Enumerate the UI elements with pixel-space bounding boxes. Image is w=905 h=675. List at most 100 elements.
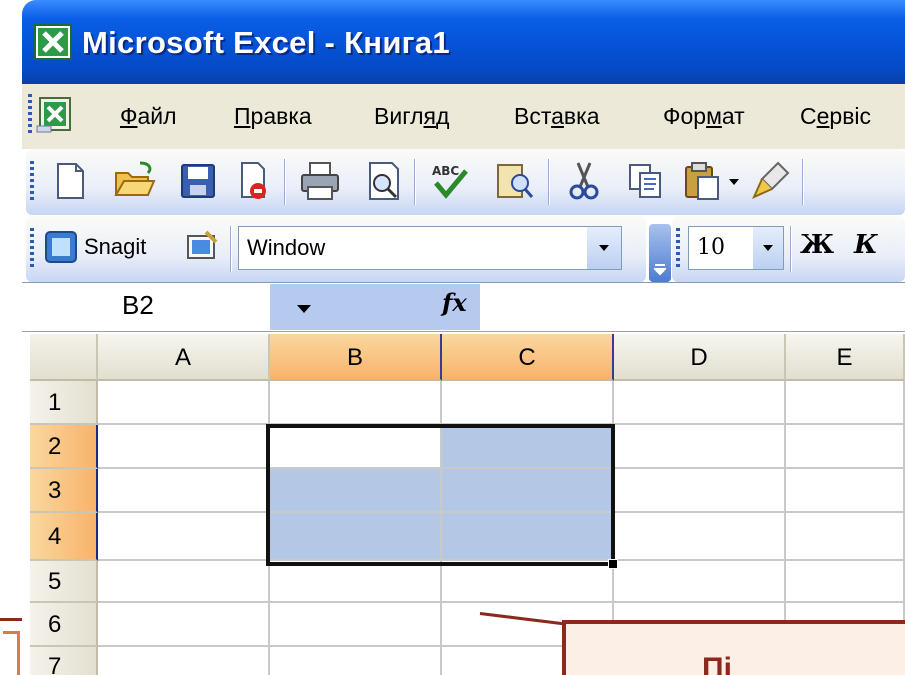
cell-b7[interactable]	[270, 647, 442, 675]
menu-grip[interactable]	[28, 94, 32, 136]
toolbar-separator	[284, 159, 286, 205]
menu-tools[interactable]: Сервіс	[800, 103, 871, 130]
svg-text:ABC: ABC	[432, 164, 459, 178]
toolbar-options-button[interactable]	[649, 224, 671, 282]
snagit-toolbar: Snagit Window	[26, 216, 646, 282]
spelling-icon[interactable]: ABC	[428, 159, 472, 203]
print-icon[interactable]	[298, 159, 342, 203]
toolbar-separator	[230, 226, 232, 272]
research-icon[interactable]	[492, 159, 536, 203]
callout-box	[562, 620, 905, 675]
callout-text: Пі	[702, 652, 732, 675]
column-header-e[interactable]: E	[786, 334, 905, 381]
column-header-c[interactable]: C	[442, 334, 614, 381]
snagit-label[interactable]: Snagit	[84, 234, 146, 260]
menu-edit[interactable]: Правка	[234, 103, 312, 130]
cell-d2[interactable]	[614, 425, 786, 469]
formatting-toolbar: 10 Ж К	[672, 216, 905, 282]
cell-b5[interactable]	[270, 561, 442, 603]
cell-a2[interactable]	[98, 425, 270, 469]
save-icon[interactable]	[176, 159, 220, 203]
cell-b6[interactable]	[270, 603, 442, 647]
row-header-3[interactable]: 3	[30, 469, 98, 513]
toolbar-grip[interactable]	[676, 228, 680, 270]
capture-mode-dropdown[interactable]	[587, 227, 621, 269]
chevron-down-icon	[763, 245, 773, 251]
row-header-6[interactable]: 6	[30, 603, 98, 647]
selection-border	[266, 424, 615, 566]
cut-icon[interactable]	[562, 159, 606, 203]
capture-mode-value: Window	[247, 235, 326, 260]
row-header-7[interactable]: 7	[30, 647, 98, 675]
italic-button[interactable]: К	[854, 230, 878, 260]
cell-d5[interactable]	[614, 561, 786, 603]
row-header-2[interactable]: 2	[30, 425, 98, 469]
permission-icon[interactable]	[232, 159, 276, 203]
chevron-down-icon	[297, 305, 311, 313]
toolbar-grip[interactable]	[30, 161, 34, 203]
format-painter-icon[interactable]	[748, 159, 792, 203]
excel-window: Microsoft Excel - Книга1 Файл Правка Виг…	[22, 0, 905, 675]
presentation-slide: Microsoft Excel - Книга1 Файл Правка Виг…	[0, 0, 905, 675]
cell-b1[interactable]	[270, 381, 442, 425]
cell-a5[interactable]	[98, 561, 270, 603]
toolbar-separator	[548, 159, 550, 205]
font-size-value: 10	[697, 235, 725, 260]
window-title: Microsoft Excel - Книга1	[82, 25, 450, 60]
insert-function-icon[interactable]: fx	[442, 288, 467, 317]
slide-decoration	[0, 618, 22, 675]
cell-e2[interactable]	[786, 425, 905, 469]
cell-e3[interactable]	[786, 469, 905, 513]
cell-c1[interactable]	[442, 381, 614, 425]
standard-toolbar: ABC	[26, 149, 905, 215]
cell-a1[interactable]	[98, 381, 270, 425]
toolbar-separator	[790, 226, 792, 272]
fill-handle[interactable]	[608, 559, 618, 569]
name-box-value: B2	[122, 290, 154, 320]
workbook-icon[interactable]	[36, 96, 76, 134]
paste-icon[interactable]	[680, 159, 724, 203]
slide-left-margin	[0, 0, 22, 675]
bold-button[interactable]: Ж	[800, 230, 834, 260]
cell-e4[interactable]	[786, 513, 905, 561]
cell-d1[interactable]	[614, 381, 786, 425]
menu-file[interactable]: Файл	[120, 103, 177, 130]
toolbar-grip[interactable]	[30, 228, 34, 270]
menu-insert[interactable]: Вставка	[514, 103, 600, 130]
snagit-icon[interactable]	[44, 230, 78, 264]
toolbar-overflow-icon	[654, 264, 666, 276]
formula-input[interactable]	[480, 284, 905, 330]
print-preview-icon[interactable]	[362, 159, 406, 203]
cell-a4[interactable]	[98, 513, 270, 561]
row-header-4[interactable]: 4	[30, 513, 98, 561]
capture-mode-select[interactable]: Window	[238, 226, 622, 270]
toolbar-separator	[802, 159, 804, 205]
cell-e5[interactable]	[786, 561, 905, 603]
cell-a7[interactable]	[98, 647, 270, 675]
new-icon[interactable]	[48, 159, 92, 203]
cell-a3[interactable]	[98, 469, 270, 513]
row-header-5[interactable]: 5	[30, 561, 98, 603]
cell-e1[interactable]	[786, 381, 905, 425]
font-size-dropdown[interactable]	[753, 227, 783, 269]
cell-d4[interactable]	[614, 513, 786, 561]
copy-icon[interactable]	[624, 159, 668, 203]
column-header-b[interactable]: B	[270, 334, 442, 381]
open-icon[interactable]	[112, 159, 156, 203]
cell-a6[interactable]	[98, 603, 270, 647]
title-bar[interactable]: Microsoft Excel - Книга1	[22, 0, 905, 84]
column-header-d[interactable]: D	[614, 334, 786, 381]
chevron-down-icon	[599, 245, 609, 251]
select-all-corner[interactable]	[30, 334, 98, 381]
cell-c5[interactable]	[442, 561, 614, 603]
paste-dropdown-icon[interactable]	[728, 177, 740, 187]
font-size-select[interactable]: 10	[688, 226, 784, 270]
toolbar-separator	[414, 159, 416, 205]
capture-settings-icon[interactable]	[184, 228, 220, 264]
menu-format[interactable]: Формат	[663, 103, 745, 130]
excel-icon	[34, 24, 72, 60]
cell-d3[interactable]	[614, 469, 786, 513]
column-header-a[interactable]: A	[98, 334, 270, 381]
menu-view[interactable]: Вигляд	[374, 103, 449, 130]
row-header-1[interactable]: 1	[30, 381, 98, 425]
